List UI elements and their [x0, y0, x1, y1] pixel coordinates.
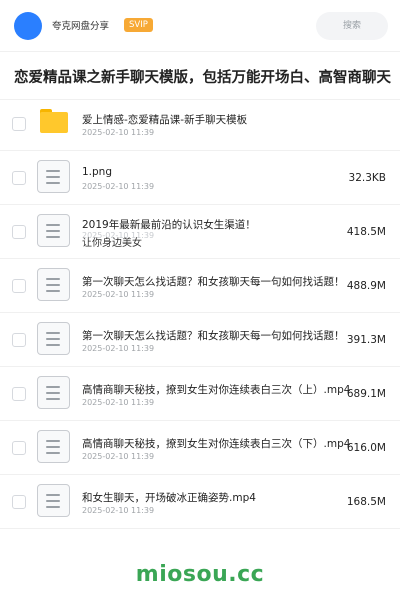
page-title: 恋爱精品课之新手聊天模版，包括万能开场白、高智商聊天	[14, 70, 391, 86]
item-checkbox[interactable]	[12, 441, 26, 455]
item-size: 391.3M	[346, 334, 386, 346]
item-name: 1.png	[82, 166, 113, 178]
list-item[interactable]: 高情商聊天秘技，撩到女生对你连续表白三次（上）.mp4 2025-02-10 1…	[0, 367, 400, 421]
item-size: 418.5M	[346, 226, 386, 238]
folder-icon	[40, 109, 68, 133]
item-checkbox[interactable]	[12, 279, 26, 293]
item-checkbox[interactable]	[12, 495, 26, 509]
list-item[interactable]: 第一次聊天怎么找话题？和女孩聊天每一句如何找话题！ 2025-02-10 11:…	[0, 259, 400, 313]
file-icon	[37, 214, 70, 247]
file-icon	[37, 430, 70, 463]
item-name: 和女生聊天，开场破冰正确姿势.mp4	[82, 492, 256, 504]
list-item[interactable]: 第一次聊天怎么找话题？和女孩聊天每一句如何找话题！ 2025-02-10 11:…	[0, 313, 400, 367]
item-name: 第一次聊天怎么找话题？和女孩聊天每一句如何找话题！	[82, 276, 345, 288]
avatar[interactable]	[14, 12, 42, 40]
item-checkbox[interactable]	[12, 333, 26, 347]
file-icon	[37, 484, 70, 517]
item-size: 32.3KB	[348, 172, 386, 184]
list-item[interactable]: 爱上情感-恋爱精品课-新手聊天模板 2025-02-10 11:39	[0, 97, 400, 151]
item-size: 168.5M	[346, 496, 386, 508]
item-name: 高情商聊天秘技，撩到女生对你连续表白三次（上）.mp4	[82, 384, 350, 396]
list-item[interactable]: 1.png 2025-02-10 11:39 32.3KB	[0, 151, 400, 205]
list-item[interactable]: 2019年最新最前沿的认识女生渠道！ 2025-02-10 11:39 让你身边…	[0, 205, 400, 259]
item-date: 2025-02-10 11:39	[82, 182, 155, 191]
search-input[interactable]: 搜索	[316, 12, 388, 40]
item-size: 616.0M	[346, 442, 386, 454]
list-item[interactable]: 和女生聊天，开场破冰正确姿势.mp4 2025-02-10 11:39 168.…	[0, 475, 400, 529]
item-checkbox[interactable]	[12, 225, 26, 239]
item-name: 高情商聊天秘技，撩到女生对你连续表白三次（下）.mp4	[82, 438, 350, 450]
item-checkbox[interactable]	[12, 387, 26, 401]
item-name-continuation: 让你身边美女	[82, 238, 142, 249]
search-placeholder: 搜索	[342, 21, 361, 31]
file-icon	[37, 268, 70, 301]
item-date: 2025-02-10 11:39	[82, 398, 155, 407]
svip-badge: SVIP	[124, 18, 153, 32]
item-date: 2025-02-10 11:39	[82, 506, 155, 515]
file-list: 爱上情感-恋爱精品课-新手聊天模板 2025-02-10 11:39 1.png…	[0, 97, 400, 529]
item-date: 2025-02-10 11:39	[82, 452, 155, 461]
item-size: 488.9M	[346, 280, 386, 292]
title-bar: 恋爱精品课之新手聊天模版，包括万能开场白、高智商聊天	[0, 52, 400, 100]
file-icon	[37, 322, 70, 355]
file-icon	[37, 376, 70, 409]
item-size: 689.1M	[346, 388, 386, 400]
list-item[interactable]: 高情商聊天秘技，撩到女生对你连续表白三次（下）.mp4 2025-02-10 1…	[0, 421, 400, 475]
header-title: 夸克网盘分享	[52, 21, 110, 32]
item-checkbox[interactable]	[12, 171, 26, 185]
item-name: 第一次聊天怎么找话题？和女孩聊天每一句如何找话题！	[82, 330, 345, 342]
file-icon	[37, 160, 70, 193]
item-name: 爱上情感-恋爱精品课-新手聊天模板	[82, 114, 248, 126]
site-watermark: miosou.cc	[135, 562, 265, 587]
item-name: 2019年最新最前沿的认识女生渠道！	[82, 219, 256, 231]
item-date: 2025-02-10 11:39	[82, 344, 155, 353]
header-bar: 夸克网盘分享 SVIP 搜索	[0, 0, 400, 52]
item-date: 2025-02-10 11:39	[82, 290, 155, 299]
item-date: 2025-02-10 11:39	[82, 128, 155, 137]
item-checkbox[interactable]	[12, 117, 26, 131]
